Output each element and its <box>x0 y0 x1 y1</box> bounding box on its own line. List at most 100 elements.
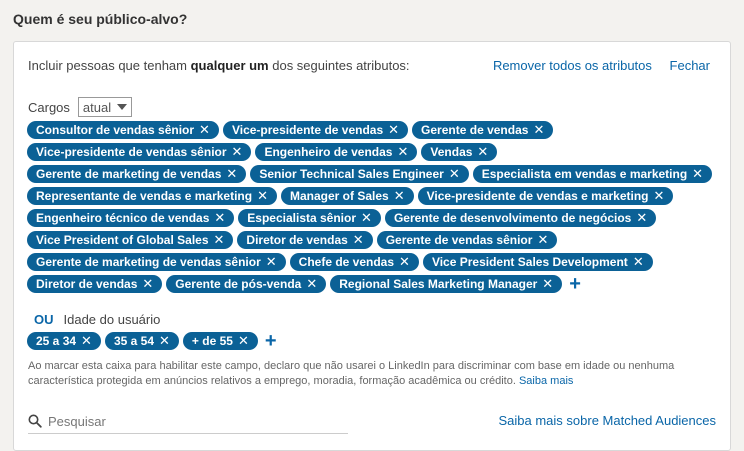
attribute-chip: Consultor de vendas sênior ✕ <box>27 121 219 139</box>
chip-label: Gerente de pós-venda <box>175 277 302 291</box>
chip-label: Regional Sales Marketing Manager <box>339 277 538 291</box>
remove-chip-icon[interactable]: ✕ <box>238 332 249 350</box>
attribute-chip: Vice President Sales Development ✕ <box>422 253 653 271</box>
remove-chip-icon[interactable]: ✕ <box>199 121 210 139</box>
attribute-chip: Senior Technical Sales Engineer ✕ <box>250 165 469 183</box>
attribute-chip: Gerente de marketing de vendas sênior ✕ <box>27 253 286 271</box>
attribute-chip: + de 55 ✕ <box>182 332 258 350</box>
remove-chip-icon[interactable]: ✕ <box>266 253 277 271</box>
chip-label: Vice-presidente de vendas e marketing <box>426 189 649 203</box>
remove-chip-icon[interactable]: ✕ <box>388 121 399 139</box>
chip-label: Gerente de vendas sênior <box>385 233 533 247</box>
intro-text: Incluir pessoas que tenham qualquer um d… <box>28 58 410 73</box>
or-label: OU <box>34 312 54 327</box>
remove-chip-icon[interactable]: ✕ <box>232 143 243 161</box>
remove-chip-icon[interactable]: ✕ <box>542 275 553 293</box>
remove-chip-icon[interactable]: ✕ <box>306 275 317 293</box>
cargos-row: Cargos atual <box>28 97 133 117</box>
targeting-panel: Incluir pessoas que tenham qualquer um d… <box>13 41 731 451</box>
chip-label: Diretor de vendas <box>36 277 138 291</box>
attribute-chip: Vice-presidente de vendas ✕ <box>222 121 409 139</box>
cargos-select[interactable]: atual <box>77 97 133 117</box>
cargos-label: Cargos <box>28 99 70 115</box>
remove-chip-icon[interactable]: ✕ <box>361 209 372 227</box>
attribute-chip: Diretor de vendas ✕ <box>27 275 163 293</box>
attribute-chip: Gerente de pós-venda ✕ <box>166 275 327 293</box>
intro-prefix: Incluir pessoas que tenham <box>28 58 191 73</box>
add-age-icon[interactable]: + <box>262 331 280 351</box>
search-icon <box>28 414 42 428</box>
remove-chip-icon[interactable]: ✕ <box>633 253 644 271</box>
intro-bold: qualquer um <box>190 58 269 73</box>
attribute-chip: Gerente de marketing de vendas ✕ <box>27 165 247 183</box>
remove-chip-icon[interactable]: ✕ <box>449 165 460 183</box>
remove-chip-icon[interactable]: ✕ <box>226 165 237 183</box>
remove-chip-icon[interactable]: ✕ <box>353 231 364 249</box>
chip-label: 25 a 34 <box>36 334 77 348</box>
search-field[interactable]: Pesquisar <box>28 409 348 434</box>
chip-label: Gerente de vendas <box>421 123 529 137</box>
remove-chip-icon[interactable]: ✕ <box>636 209 647 227</box>
matched-audiences-container: Saiba mais sobre Matched Audiences <box>498 413 716 428</box>
chevron-down-icon <box>117 104 128 110</box>
cargos-select-value: atual <box>82 99 112 115</box>
attribute-chip: Vice-presidente de vendas e marketing ✕ <box>417 187 674 205</box>
age-label: Idade do usuário <box>63 312 161 327</box>
attribute-chip: Vice-presidente de vendas sênior ✕ <box>27 143 252 161</box>
chip-label: Vendas <box>430 145 473 159</box>
attribute-chip: Regional Sales Marketing Manager ✕ <box>330 275 563 293</box>
remove-chip-icon[interactable]: ✕ <box>533 121 544 139</box>
top-links: Remover todos os atributos Fechar <box>479 58 710 73</box>
chip-label: 35 a 54 <box>113 334 154 348</box>
remove-chip-icon[interactable]: ✕ <box>159 332 170 350</box>
remove-chip-icon[interactable]: ✕ <box>397 143 408 161</box>
add-cargo-icon[interactable]: + <box>566 274 584 294</box>
attribute-chip: Engenheiro técnico de vendas ✕ <box>27 209 235 227</box>
learn-more-link[interactable]: Saiba mais <box>519 375 573 387</box>
section-heading: Quem é seu público-alvo? <box>13 11 188 27</box>
attribute-chip: Gerente de vendas ✕ <box>412 121 554 139</box>
age-disclaimer: Ao marcar esta caixa para habilitar este… <box>28 359 688 389</box>
remove-chip-icon[interactable]: ✕ <box>214 209 225 227</box>
matched-audiences-link[interactable]: Saiba mais sobre Matched Audiences <box>498 413 716 428</box>
chip-label: Representante de vendas e marketing <box>36 189 253 203</box>
chip-label: Senior Technical Sales Engineer <box>259 167 444 181</box>
remove-chip-icon[interactable]: ✕ <box>81 332 92 350</box>
age-chips: 25 a 34 ✕ 35 a 54 ✕ + de 55 ✕ + <box>27 331 280 351</box>
remove-chip-icon[interactable]: ✕ <box>257 187 268 205</box>
remove-chip-icon[interactable]: ✕ <box>394 187 405 205</box>
chip-label: Vice-presidente de vendas sênior <box>36 145 227 159</box>
chip-label: Engenheiro de vendas <box>264 145 393 159</box>
remove-chip-icon[interactable]: ✕ <box>142 275 153 293</box>
attribute-chip: Gerente de desenvolvimento de negócios ✕ <box>384 209 657 227</box>
search-placeholder: Pesquisar <box>48 413 106 429</box>
remove-chip-icon[interactable]: ✕ <box>537 231 548 249</box>
chip-label: Gerente de marketing de vendas sênior <box>36 255 261 269</box>
chip-label: Especialista sênior <box>247 211 357 225</box>
chip-label: Vice President Sales Development <box>431 255 628 269</box>
remove-chip-icon[interactable]: ✕ <box>399 253 410 271</box>
attribute-chip: Chefe de vendas ✕ <box>289 253 419 271</box>
remove-chip-icon[interactable]: ✕ <box>653 187 664 205</box>
chip-label: Manager of Sales <box>290 189 389 203</box>
close-link[interactable]: Fechar <box>670 58 710 73</box>
remove-chip-icon[interactable]: ✕ <box>477 143 488 161</box>
attribute-chip: Representante de vendas e marketing ✕ <box>27 187 277 205</box>
chip-label: Gerente de marketing de vendas <box>36 167 222 181</box>
chip-label: Engenheiro técnico de vendas <box>36 211 210 225</box>
attribute-chip: Especialista em vendas e marketing ✕ <box>472 165 713 183</box>
intro-suffix: dos seguintes atributos: <box>268 58 410 73</box>
attribute-chip: Especialista sênior ✕ <box>238 209 381 227</box>
remove-all-attributes-link[interactable]: Remover todos os atributos <box>493 58 652 73</box>
attribute-chip: Gerente de vendas sênior ✕ <box>376 231 558 249</box>
attribute-chip: 35 a 54 ✕ <box>104 332 179 350</box>
attribute-chip: Vice President of Global Sales ✕ <box>27 231 234 249</box>
attribute-chip: Manager of Sales ✕ <box>281 187 414 205</box>
remove-chip-icon[interactable]: ✕ <box>692 165 703 183</box>
or-row: OU Idade do usuário <box>34 312 160 327</box>
chip-label: Chefe de vendas <box>298 255 395 269</box>
chip-label: Vice-presidente de vendas <box>231 123 384 137</box>
attribute-chip: 25 a 34 ✕ <box>27 332 101 350</box>
cargo-chips: Consultor de vendas sênior ✕ Vice-presiden… <box>27 121 717 294</box>
remove-chip-icon[interactable]: ✕ <box>214 231 225 249</box>
